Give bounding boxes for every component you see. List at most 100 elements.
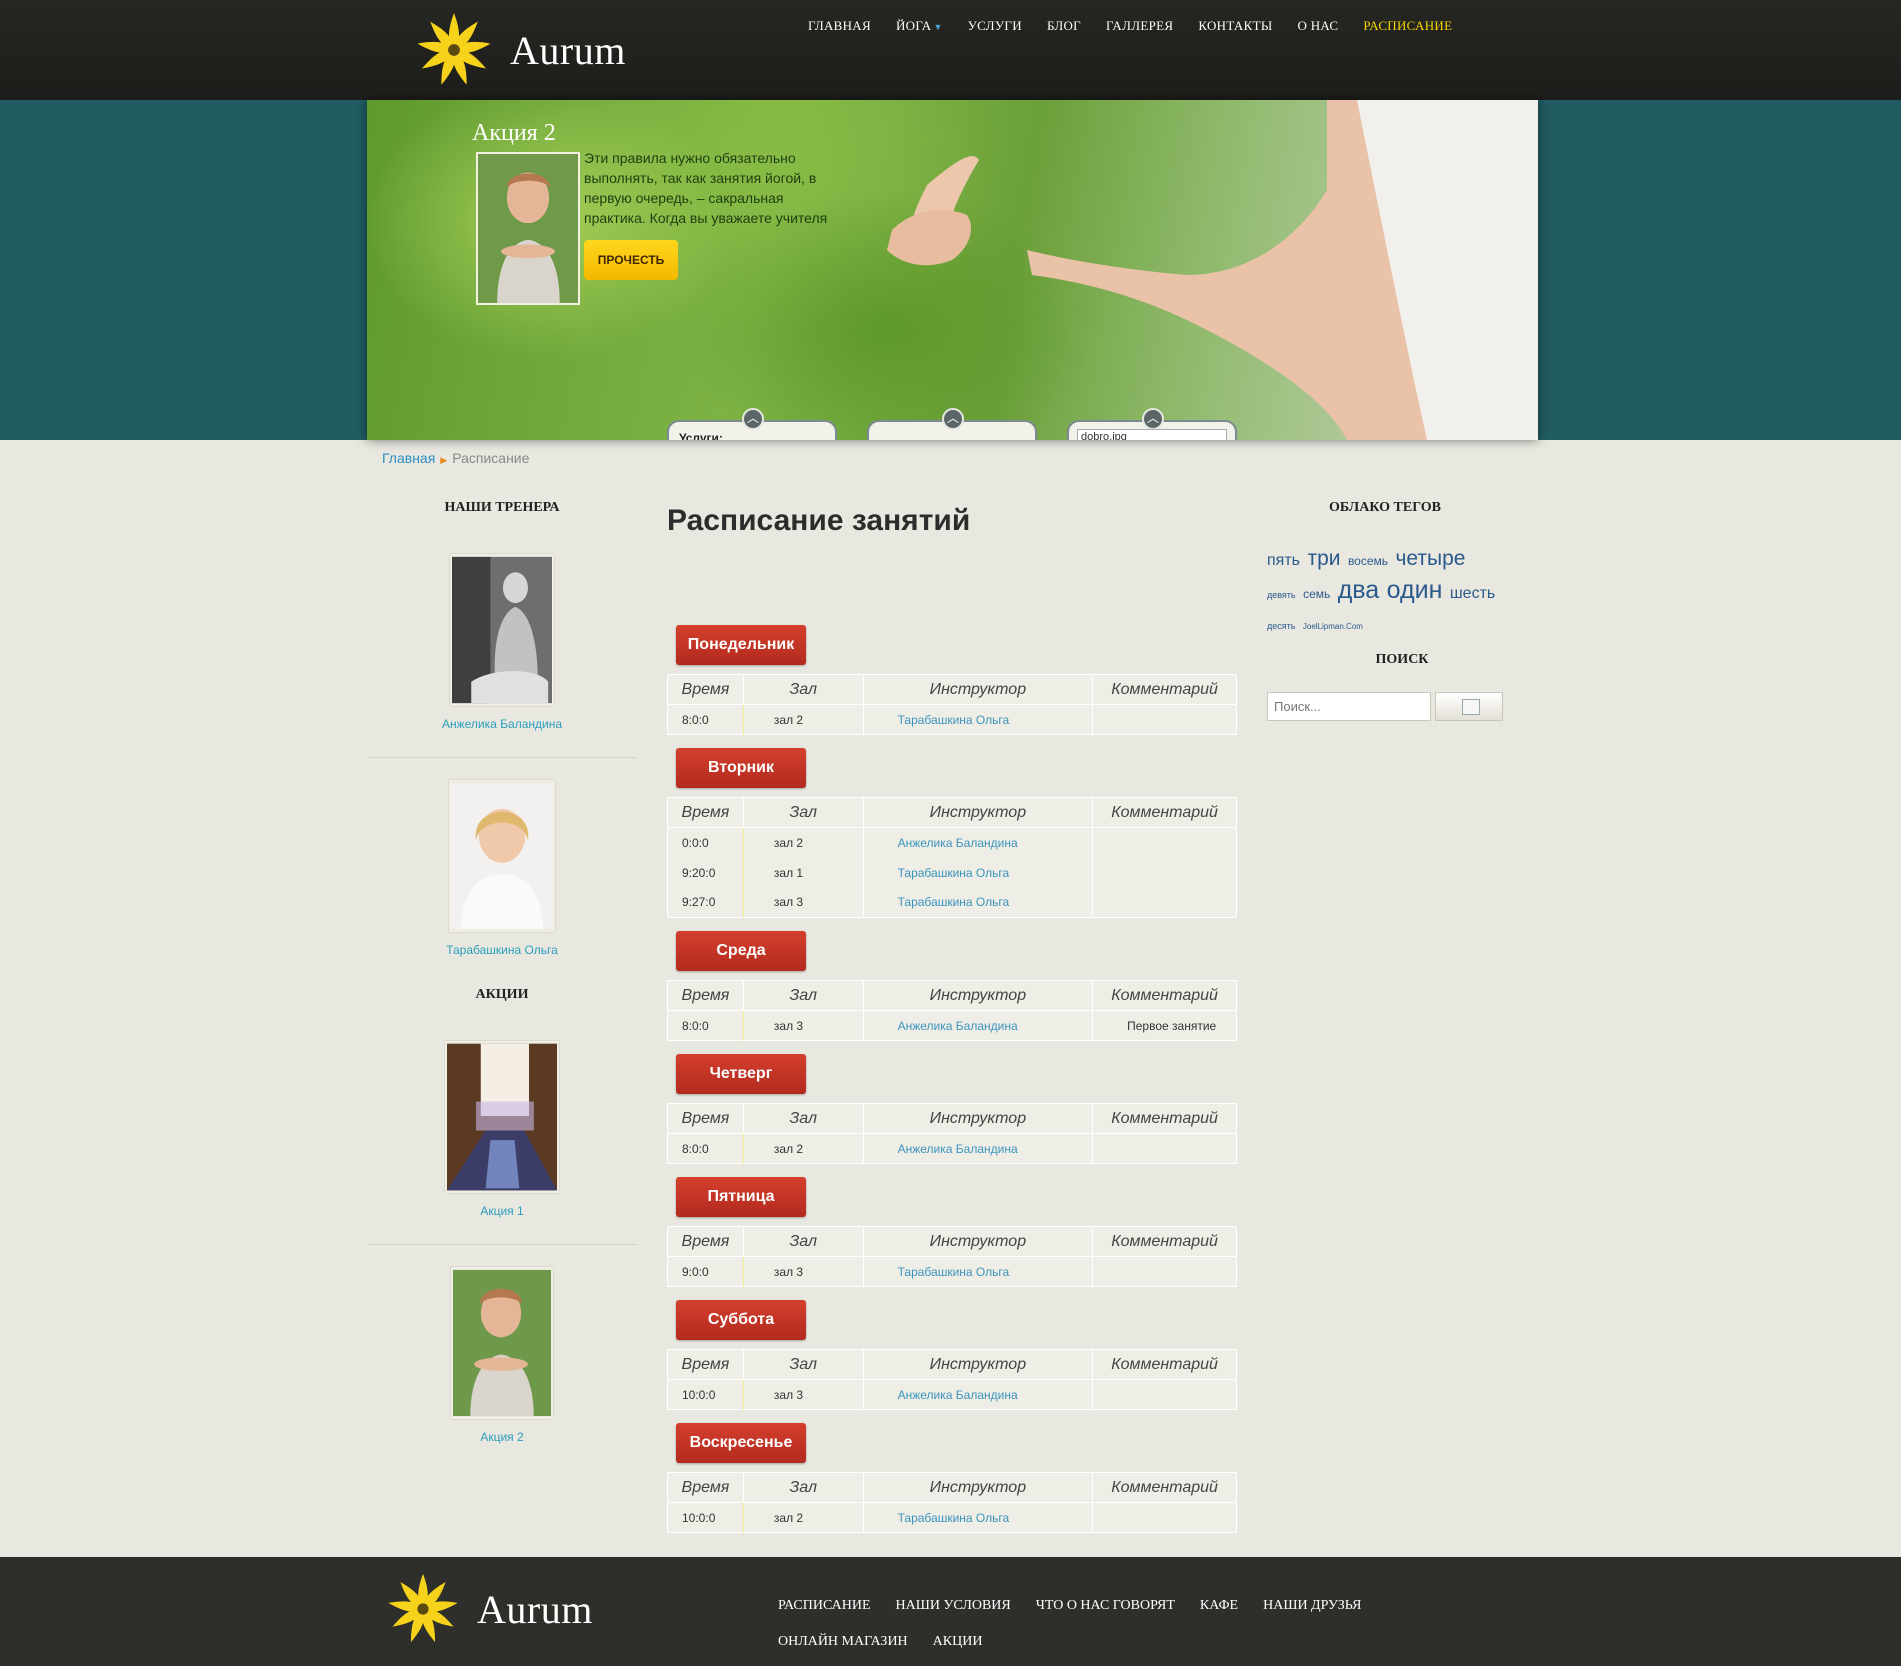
footer-link[interactable]: ЧТО О НАС ГОВОРЯТ	[1036, 1598, 1175, 1614]
hero-promo-photo[interactable]	[476, 152, 580, 305]
nav-item-blog[interactable]: БЛОГ	[1047, 18, 1081, 34]
instructor-link[interactable]: Анжелика Баландина	[862, 1133, 1094, 1164]
breadcrumb-home-link[interactable]: Главная	[382, 450, 435, 466]
day-button[interactable]: Пятница	[676, 1177, 806, 1217]
tag-link[interactable]: девять	[1267, 590, 1296, 600]
footer-link[interactable]: НАШИ УСЛОВИЯ	[896, 1598, 1011, 1614]
column-header: Инструктор	[862, 674, 1094, 705]
search-button[interactable]	[1435, 692, 1503, 721]
column-header: Комментарий	[1092, 980, 1237, 1011]
chevron-up-icon[interactable]: ︿	[742, 408, 764, 430]
table-row: 9:0:0 зал 3 Тарабашкина Ольга	[667, 1256, 1237, 1287]
nav-item-gallery[interactable]: ГАЛЛЕРЕЯ	[1106, 18, 1173, 34]
column-header: Инструктор	[862, 1103, 1094, 1134]
column-header: Комментарий	[1092, 1472, 1237, 1503]
tag-link[interactable]: десять	[1267, 621, 1295, 631]
footer-link[interactable]: РАСПИСАНИЕ	[778, 1598, 871, 1614]
trainer-photo[interactable]	[449, 780, 555, 932]
instructor-link[interactable]: Анжелика Баландина	[862, 1379, 1094, 1410]
tag-link[interactable]: один	[1387, 576, 1443, 604]
promo-name-link[interactable]: Акция 1	[367, 1204, 637, 1218]
column-header: Зал	[742, 1472, 864, 1503]
day-button[interactable]: Понедельник	[676, 625, 806, 665]
instructor-link[interactable]: Тарабашкина Ольга	[862, 1256, 1094, 1287]
table-header-row: Время Зал Инструктор Комментарий	[667, 1349, 1237, 1380]
instructor-link[interactable]: Тарабашкина Ольга	[862, 857, 1094, 888]
footer-link[interactable]: НАШИ ДРУЗЬЯ	[1263, 1598, 1361, 1614]
schedule-table: Время Зал Инструктор Комментарий 8:0:0 зал 2А…	[667, 1103, 1237, 1164]
schedule-table: Время Зал Инструктор Комментарий 8:0:0 зал 3А…	[667, 980, 1237, 1041]
nav-item-home[interactable]: ГЛАВНАЯ	[808, 18, 871, 34]
tag-link[interactable]: JoelLipman.Com	[1303, 622, 1363, 631]
promo-card[interactable]: Акция 2	[367, 1267, 637, 1444]
footer-nav: РАСПИСАНИЕ НАШИ УСЛОВИЯ ЧТО О НАС ГОВОРЯТ К…	[778, 1596, 1518, 1666]
footer-link[interactable]: ОНЛАЙН МАГАЗИН	[778, 1634, 908, 1650]
instructor-link[interactable]: Тарабашкина Ольга	[862, 1502, 1094, 1533]
chevron-up-icon[interactable]: ︿	[1142, 408, 1164, 430]
column-header: Время	[667, 797, 744, 828]
comment-cell	[1092, 1502, 1237, 1533]
day-button[interactable]: Вторник	[676, 748, 806, 788]
broken-image-icon	[1462, 699, 1480, 715]
breadcrumb: Главная ▶ Расписание	[382, 450, 529, 466]
search-form: Поиск...	[1267, 692, 1503, 721]
nav-item-yoga[interactable]: ЙОГА ▼	[896, 18, 943, 34]
logo[interactable]: Aurum	[412, 8, 626, 92]
trainer-card[interactable]: Тарабашкина Ольга	[367, 780, 637, 957]
trainer-card[interactable]: Анжелика Баландина	[367, 554, 637, 731]
breadcrumb-arrow-icon: ▶	[440, 455, 448, 465]
read-more-button[interactable]: ПРОЧЕСТЬ	[584, 240, 678, 280]
flower-logo-icon	[417, 13, 491, 85]
day-button[interactable]: Среда	[676, 931, 806, 971]
tag-link[interactable]: пять	[1267, 552, 1300, 569]
hall-cell: зал 3	[742, 1010, 864, 1041]
day-button[interactable]: Четверг	[676, 1054, 806, 1094]
hero-tab-1[interactable]: ︿ Услуги:	[667, 408, 837, 440]
footer: Aurum РАСПИСАНИЕ НАШИ УСЛОВИЯ ЧТО О НАС ГО…	[0, 1557, 1901, 1666]
nav-item-about[interactable]: О НАС	[1297, 18, 1338, 34]
time-cell: 0:0:0	[667, 827, 744, 858]
footer-logo[interactable]: Aurum	[383, 1569, 593, 1649]
tag-link[interactable]: шесть	[1450, 585, 1495, 602]
instructor-link[interactable]: Анжелика Баландина	[862, 827, 1094, 858]
promo-name-link[interactable]: Акция 2	[367, 1430, 637, 1444]
trainer-photo[interactable]	[450, 554, 554, 706]
hero-tab-3[interactable]: ︿ dobro.jpg	[1067, 408, 1237, 440]
column-header: Инструктор	[862, 1472, 1094, 1503]
tag-link[interactable]: четыре	[1395, 547, 1465, 570]
trainer-name-link[interactable]: Анжелика Баландина	[367, 717, 637, 731]
nav-item-schedule[interactable]: РАСПИСАНИЕ	[1363, 18, 1452, 34]
tag-link[interactable]: восемь	[1348, 554, 1388, 568]
tag-link[interactable]: семь	[1303, 587, 1330, 601]
instructor-link[interactable]: Анжелика Баландина	[862, 1010, 1094, 1041]
footer-brand-name: Aurum	[477, 1586, 593, 1632]
footer-link[interactable]: АКЦИИ	[933, 1634, 983, 1650]
day-button[interactable]: Воскресенье	[676, 1423, 806, 1463]
column-header: Инструктор	[862, 1226, 1094, 1257]
promo-photo[interactable]	[451, 1267, 553, 1419]
hero-tab-file-field[interactable]: dobro.jpg	[1077, 429, 1227, 440]
nav-item-contacts[interactable]: КОНТАКТЫ	[1198, 18, 1272, 34]
nav-item-services[interactable]: УСЛУГИ	[968, 18, 1022, 34]
instructor-link[interactable]: Тарабашкина Ольга	[862, 887, 1094, 918]
instructor-link[interactable]: Тарабашкина Ольга	[862, 704, 1094, 735]
search-input[interactable]: Поиск...	[1267, 692, 1431, 721]
tag-link[interactable]: три	[1307, 547, 1340, 570]
chevron-up-icon[interactable]: ︿	[942, 408, 964, 430]
promos-heading: АКЦИИ	[475, 987, 529, 1002]
hero-tab-2[interactable]: ︿	[867, 408, 1037, 440]
trainer-name-link[interactable]: Тарабашкина Ольга	[367, 943, 637, 957]
table-row: 9:27:0 зал 3 Тарабашкина Ольга	[667, 887, 1237, 918]
column-header: Время	[667, 980, 744, 1011]
promo-photo[interactable]	[445, 1041, 559, 1193]
column-header: Комментарий	[1092, 674, 1237, 705]
hall-cell: зал 2	[742, 1502, 864, 1533]
footer-link[interactable]: КАФЕ	[1200, 1598, 1238, 1614]
divider	[367, 1244, 637, 1245]
day-button[interactable]: Суббота	[676, 1300, 806, 1340]
table-header-row: Время Зал Инструктор Комментарий	[667, 1472, 1237, 1503]
hall-cell: зал 2	[742, 1133, 864, 1164]
promo-card[interactable]: Акция 1	[367, 1041, 637, 1218]
tag-link[interactable]: два	[1338, 576, 1380, 604]
column-header: Время	[667, 1349, 744, 1380]
